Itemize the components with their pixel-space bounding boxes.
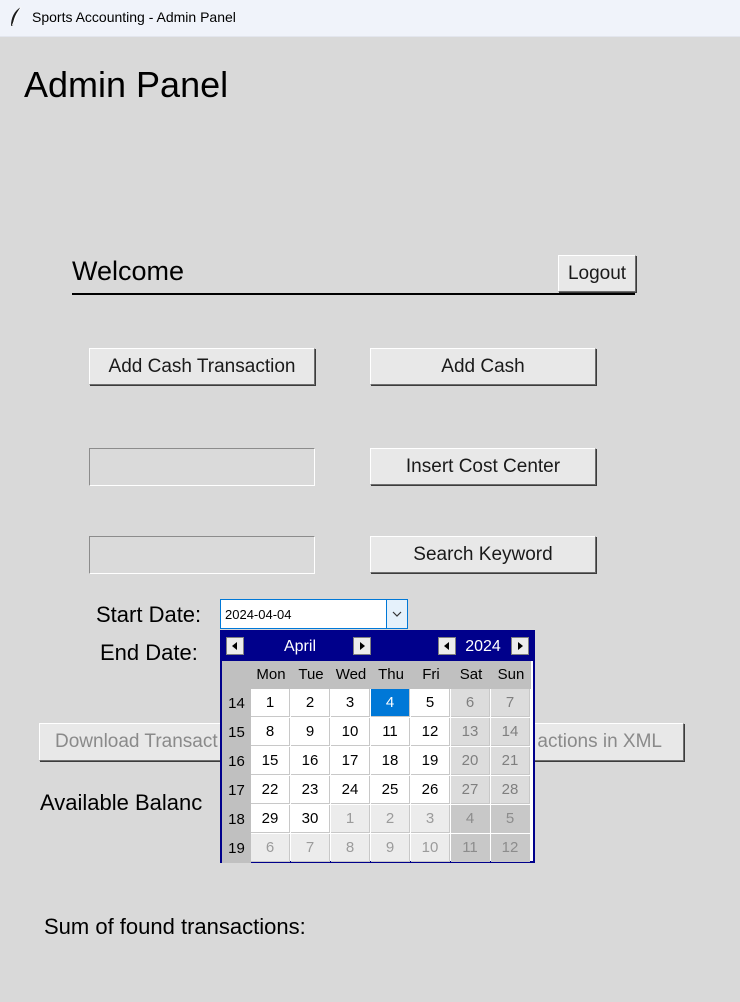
calendar-day[interactable]: 23 [291, 776, 330, 804]
keyword-input[interactable] [89, 536, 315, 574]
calendar-day[interactable]: 11 [371, 718, 410, 746]
calendar-day[interactable]: 29 [251, 805, 290, 833]
date-dropdown-button[interactable] [386, 600, 407, 628]
insert-cost-center-button[interactable]: Insert Cost Center [370, 448, 596, 485]
calendar-day[interactable]: 20 [451, 747, 490, 775]
week-number: 19 [222, 834, 251, 863]
welcome-divider [72, 293, 635, 295]
prev-year-button[interactable] [438, 637, 456, 655]
calendar-day[interactable]: 24 [331, 776, 370, 804]
calendar-day[interactable]: 15 [251, 747, 290, 775]
logout-button[interactable]: Logout [558, 255, 636, 292]
start-date-label: Start Date: [96, 602, 202, 627]
title-bar: Sports Accounting - Admin Panel [0, 0, 740, 37]
weekday-header: Sun [491, 661, 531, 689]
calendar-day[interactable]: 13 [451, 718, 490, 746]
calendar-day[interactable]: 7 [291, 834, 330, 862]
calendar-day[interactable]: 6 [451, 689, 490, 717]
calendar-month: April [283, 638, 316, 655]
calendar-day[interactable]: 4 [371, 689, 410, 717]
calendar-day[interactable]: 27 [451, 776, 490, 804]
add-cash-transaction-button[interactable]: Add Cash Transaction [89, 348, 315, 385]
weekday-header: Fri [411, 661, 451, 689]
arrow-left-icon [232, 642, 237, 650]
calendar-day[interactable]: 25 [371, 776, 410, 804]
calendar-day[interactable]: 4 [451, 805, 490, 833]
weekday-header: Tue [291, 661, 331, 689]
calendar-day[interactable]: 5 [491, 805, 530, 833]
calendar-day[interactable]: 3 [411, 805, 450, 833]
calendar-day[interactable]: 2 [371, 805, 410, 833]
calendar-header: April 2024 [222, 632, 533, 661]
arrow-right-icon [360, 642, 365, 650]
calendar-day[interactable]: 30 [291, 805, 330, 833]
calendar-day[interactable]: 14 [491, 718, 530, 746]
cost-center-input[interactable] [89, 448, 315, 486]
calendar-day[interactable]: 5 [411, 689, 450, 717]
calendar-day[interactable]: 18 [371, 747, 410, 775]
week-number: 14 [222, 689, 251, 718]
arrow-right-icon [518, 642, 523, 650]
prev-month-button[interactable] [226, 637, 244, 655]
available-balance-label: Available Balanc [40, 790, 203, 815]
calendar-popup: April 2024 Mon Tue Wed Thu Fri Sat Sun 14 1 2 3 4 5 6… [220, 630, 535, 863]
window-title: Sports Accounting - Admin Panel [32, 9, 236, 25]
chevron-down-icon [392, 611, 402, 617]
calendar-day[interactable]: 2 [291, 689, 330, 717]
weekday-header: Thu [371, 661, 411, 689]
calendar-day[interactable]: 12 [411, 718, 450, 746]
week-number: 16 [222, 747, 251, 776]
calendar-day[interactable]: 22 [251, 776, 290, 804]
calendar-day[interactable]: 12 [491, 834, 530, 862]
next-month-button[interactable] [353, 637, 371, 655]
week-number: 18 [222, 805, 251, 834]
page-title: Admin Panel [24, 64, 229, 105]
week-number-header [222, 661, 251, 689]
feather-icon [11, 6, 22, 27]
weekday-header: Sat [451, 661, 491, 689]
download-transactions-button[interactable]: Download Transact [39, 723, 235, 761]
calendar-day[interactable]: 19 [411, 747, 450, 775]
calendar-day[interactable]: 7 [491, 689, 530, 717]
calendar-day[interactable]: 21 [491, 747, 530, 775]
sum-found-transactions-label: Sum of found transactions: [44, 914, 306, 939]
calendar-day[interactable]: 6 [251, 834, 290, 862]
calendar-day[interactable]: 8 [251, 718, 290, 746]
calendar-day[interactable]: 9 [291, 718, 330, 746]
start-date-picker[interactable]: 2024-04-04 [220, 599, 408, 629]
add-cash-button[interactable]: Add Cash [370, 348, 596, 385]
next-year-button[interactable] [511, 637, 529, 655]
arrow-left-icon [444, 642, 449, 650]
calendar-day[interactable]: 11 [451, 834, 490, 862]
weekday-header: Mon [251, 661, 291, 689]
start-date-value[interactable]: 2024-04-04 [225, 607, 292, 622]
calendar-day[interactable]: 9 [371, 834, 410, 862]
calendar-day[interactable]: 28 [491, 776, 530, 804]
calendar-day[interactable]: 1 [251, 689, 290, 717]
search-keyword-button[interactable]: Search Keyword [370, 536, 596, 573]
weekday-header: Wed [331, 661, 371, 689]
calendar-day[interactable]: 10 [411, 834, 450, 862]
calendar-day[interactable]: 16 [291, 747, 330, 775]
calendar-day[interactable]: 3 [331, 689, 370, 717]
week-number: 17 [222, 776, 251, 805]
end-date-label: End Date: [100, 640, 198, 665]
calendar-day[interactable]: 17 [331, 747, 370, 775]
welcome-label: Welcome [72, 256, 185, 286]
calendar-year: 2024 [465, 638, 501, 655]
calendar-day[interactable]: 1 [331, 805, 370, 833]
calendar-day[interactable]: 8 [331, 834, 370, 862]
calendar-day[interactable]: 26 [411, 776, 450, 804]
calendar-day[interactable]: 10 [331, 718, 370, 746]
week-number: 15 [222, 718, 251, 747]
